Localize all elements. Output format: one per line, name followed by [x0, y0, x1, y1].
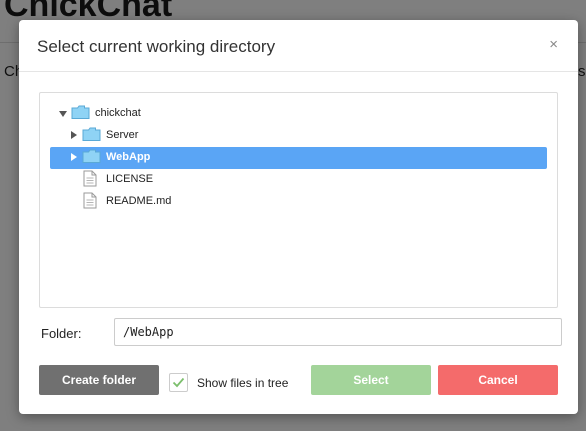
show-files-checkbox[interactable] — [169, 373, 188, 392]
select-button[interactable]: Select — [311, 365, 431, 395]
chevron-right-icon[interactable] — [71, 131, 77, 139]
tree-item-label: README.md — [106, 195, 172, 207]
show-files-label[interactable]: Show files in tree — [197, 376, 288, 390]
select-directory-dialog: Select current working directory × chick… — [19, 20, 578, 414]
tree-item-chickchat[interactable]: chickchat — [50, 103, 547, 125]
file-icon — [83, 192, 97, 212]
create-folder-button[interactable]: Create folder — [39, 365, 159, 395]
tree-item-label: Server — [106, 129, 139, 141]
checkmark-icon — [172, 377, 185, 388]
file-icon — [83, 170, 97, 190]
chevron-right-icon[interactable] — [71, 153, 77, 161]
tree-item-label: LICENSE — [106, 173, 154, 185]
directory-tree: chickchat Server WebApp LICENSE README.m… — [39, 92, 558, 308]
dialog-title: Select current working directory — [37, 37, 276, 56]
tree-item-label: chickchat — [95, 107, 141, 119]
tree-item-label: WebApp — [106, 151, 151, 163]
folder-icon — [82, 127, 101, 145]
dialog-header: Select current working directory × — [19, 20, 578, 72]
tree-item-license[interactable]: LICENSE — [50, 169, 547, 191]
chevron-down-icon[interactable] — [59, 111, 67, 117]
tree-item-readme[interactable]: README.md — [50, 191, 547, 213]
close-button[interactable]: × — [549, 36, 558, 54]
folder-field-label: Folder: — [41, 326, 82, 341]
folder-icon — [82, 149, 101, 167]
folder-path-input[interactable] — [114, 318, 562, 346]
tree-item-webapp[interactable]: WebApp — [50, 147, 547, 169]
cancel-button[interactable]: Cancel — [438, 365, 558, 395]
tree-item-server[interactable]: Server — [50, 125, 547, 147]
folder-icon — [71, 105, 90, 123]
